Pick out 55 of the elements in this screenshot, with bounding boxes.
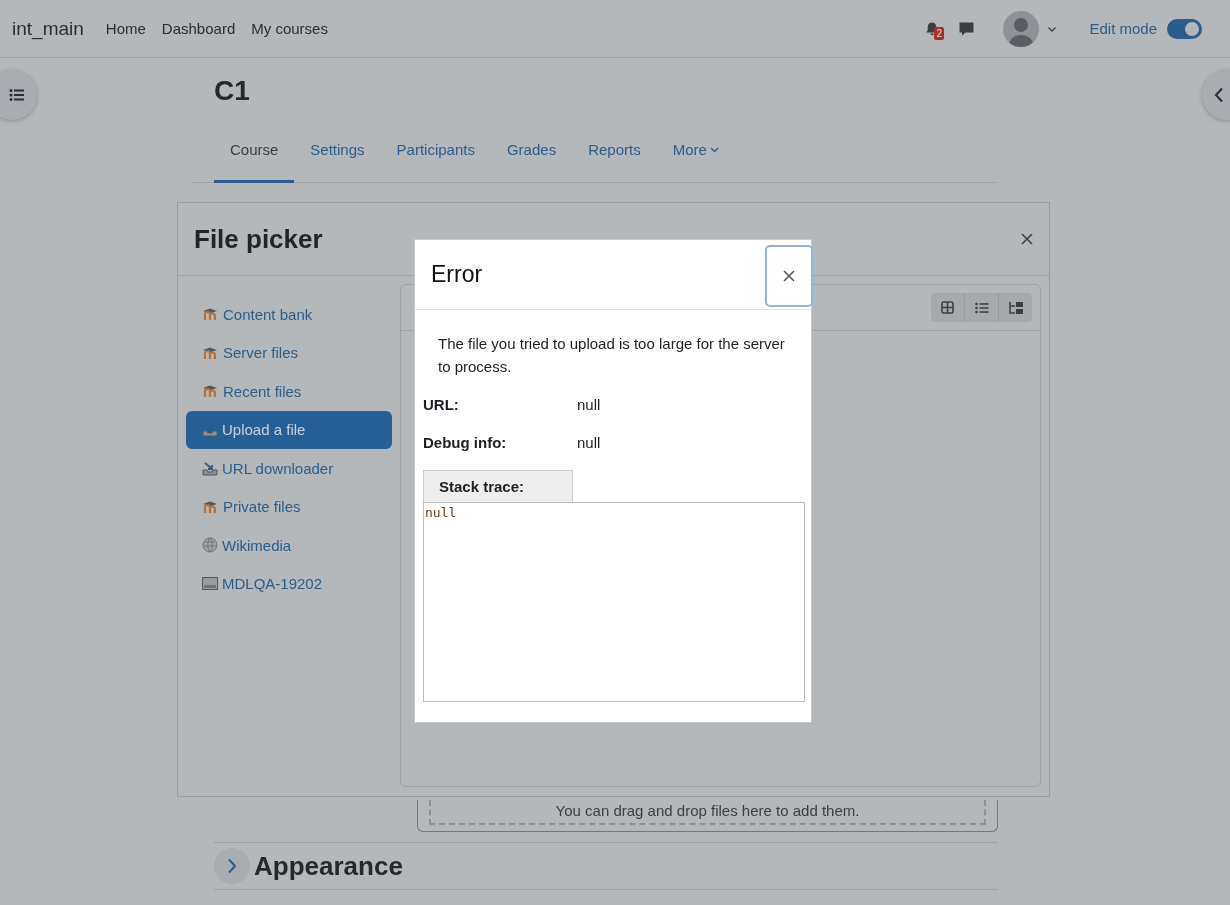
chevron-left-icon [1214, 87, 1224, 103]
error-message: The file you tried to upload is too large for the server to process. [438, 334, 786, 377]
course-index-button[interactable] [0, 70, 37, 120]
close-icon [783, 269, 795, 282]
field-value: null [577, 396, 601, 413]
tray-icon [202, 460, 218, 476]
repository-item[interactable]: Private files [186, 487, 392, 526]
dropzone-text: You can drag and drop files here to add them. [429, 800, 986, 825]
repository-item[interactable]: Server files [186, 333, 392, 372]
edit-mode-label: Edit mode [1089, 20, 1157, 37]
hat-icon [202, 307, 219, 322]
nav-link[interactable]: My courses [251, 20, 328, 37]
edit-mode-toggle[interactable] [1167, 18, 1202, 39]
section-title: Appearance [254, 850, 403, 882]
course-tab[interactable]: Settings [294, 128, 381, 183]
caret-icon [709, 145, 719, 154]
repository-item[interactable]: Content bank [186, 295, 392, 334]
course-tab[interactable]: Grades [490, 128, 573, 183]
chat-icon[interactable] [958, 20, 976, 37]
hat-icon [202, 384, 219, 399]
list-icon [9, 88, 25, 102]
nav-link[interactable]: Home [105, 20, 146, 37]
dropzone[interactable]: You can drag and drop files here to add them. [417, 800, 998, 832]
hat-icon [202, 345, 219, 360]
course-tab[interactable]: Participants [380, 128, 491, 183]
course-title: C1 [214, 74, 251, 108]
drive-icon [202, 576, 218, 592]
list-icon [974, 301, 989, 314]
course-tab[interactable]: More [656, 128, 735, 183]
repository-item[interactable]: Recent files [186, 372, 392, 411]
stack-trace-output: null [423, 502, 805, 702]
field-label: URL: [423, 396, 460, 413]
field-value: null [577, 434, 601, 451]
repository-item[interactable]: URL downloader [186, 449, 392, 488]
repository-item[interactable]: Upload a file [186, 410, 392, 449]
stack-trace-tab[interactable]: Stack trace: [423, 470, 573, 502]
nav-link[interactable]: Dashboard [161, 20, 236, 37]
grid-icon [941, 301, 954, 314]
avatar[interactable] [1003, 10, 1040, 47]
globe-icon [202, 537, 218, 554]
close-icon[interactable] [1021, 233, 1033, 245]
site-name[interactable]: int_main [12, 17, 84, 40]
field-label: Debug info: [423, 434, 508, 451]
notification-count: 2 [934, 26, 944, 40]
tray-icon [202, 422, 218, 438]
file-picker-title: File picker [194, 223, 324, 255]
hat-icon [202, 499, 219, 514]
course-tab[interactable]: Course [214, 128, 295, 183]
chevron-right-icon [227, 858, 237, 874]
folder-tree-icon [1007, 300, 1024, 315]
repository-item[interactable]: MDLQA-19202 [186, 564, 392, 603]
course-tab[interactable]: Reports [572, 128, 657, 183]
section-toggle[interactable] [214, 848, 250, 884]
dialog-title: Error [431, 261, 483, 288]
repository-item[interactable]: Wikimedia [186, 526, 392, 565]
